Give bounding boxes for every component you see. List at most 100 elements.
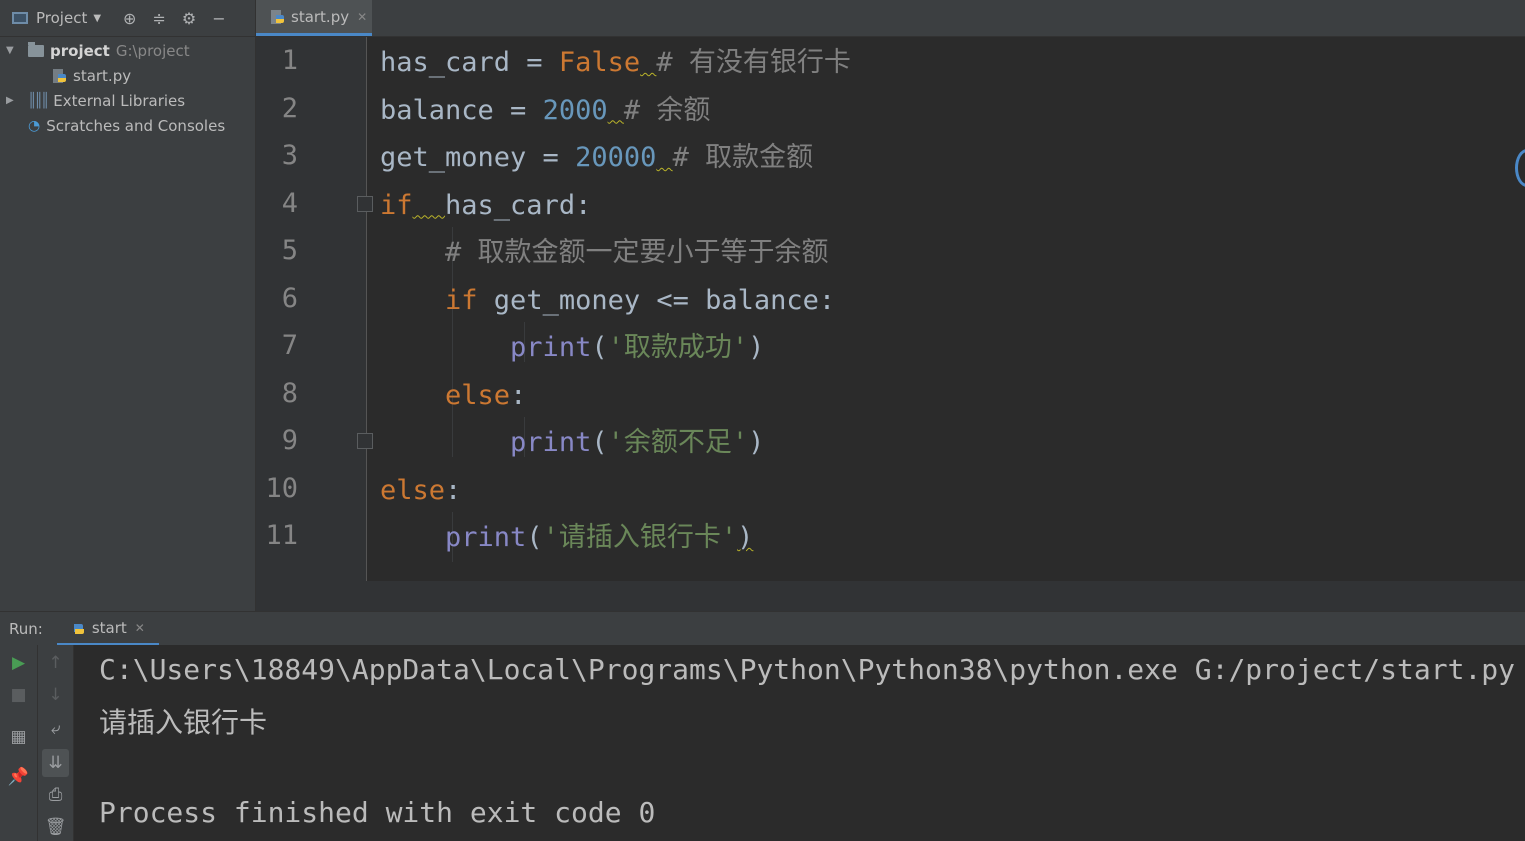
code-line[interactable]: print('请插入银行卡') bbox=[380, 514, 753, 561]
layout-icon[interactable]: ▦ bbox=[0, 727, 37, 747]
minimize-icon[interactable]: − bbox=[212, 9, 225, 28]
tree-item-label: start.py bbox=[73, 66, 132, 85]
tab-label: start.py bbox=[291, 7, 350, 26]
soft-wrap-icon[interactable]: ⤶ bbox=[38, 719, 73, 739]
line-number: 9 bbox=[281, 425, 298, 456]
tree-item-scratches[interactable]: ◔ Scratches and Consoles bbox=[0, 113, 255, 138]
scroll-indicator[interactable] bbox=[1515, 149, 1525, 187]
code-token: : bbox=[445, 474, 462, 506]
fold-marker-icon[interactable] bbox=[357, 433, 373, 449]
code-line[interactable]: balance = 2000 # 余额 bbox=[380, 87, 710, 134]
locate-icon[interactable]: ⊕ bbox=[123, 9, 136, 28]
tree-item-external-libraries[interactable]: ▶ ║║║ External Libraries bbox=[0, 88, 255, 113]
code-token: has_card: bbox=[445, 189, 592, 221]
project-view-selector[interactable]: Project bbox=[36, 9, 87, 27]
fold-marker-icon[interactable] bbox=[357, 196, 373, 212]
print-icon[interactable]: ⎙ bbox=[38, 785, 73, 805]
up-arrow-icon[interactable]: ↑ bbox=[38, 653, 73, 673]
code-token: ) bbox=[748, 427, 765, 458]
run-tab-start[interactable]: start ✕ bbox=[56, 612, 159, 646]
expand-arrow-icon[interactable]: ▼ bbox=[6, 45, 20, 56]
line-number: 10 bbox=[265, 472, 298, 504]
code-token: # 取款金额一定要小于等于余额 bbox=[445, 237, 829, 268]
console-line: Process finished with exit code 0 bbox=[99, 795, 656, 829]
scroll-to-end-icon[interactable]: ⇊ bbox=[42, 749, 69, 777]
code-token: else bbox=[445, 379, 511, 411]
project-toolbar: Project ▼ ⊕ ≑ ⚙ − bbox=[0, 0, 255, 37]
python-file-icon bbox=[73, 623, 84, 634]
python-file-icon bbox=[271, 9, 284, 24]
expand-arrow-icon[interactable]: ▶ bbox=[6, 95, 20, 106]
line-number: 2 bbox=[281, 92, 298, 124]
chevron-down-icon[interactable]: ▼ bbox=[93, 13, 101, 24]
code-token: ( bbox=[526, 522, 543, 553]
code-token: ) bbox=[737, 522, 754, 553]
code-line[interactable]: else: bbox=[380, 467, 461, 514]
project-tree: ▼ project G:\project start.py ▶ ║║║ Exte… bbox=[0, 38, 255, 138]
tree-item-start-py[interactable]: start.py bbox=[0, 63, 255, 88]
code-editor[interactable]: 1 2 3 4 5 6 7 8 9 10 11 has_card = False # 有没有银行卡 b… bbox=[256, 37, 1525, 581]
code-token: 20000 bbox=[575, 142, 657, 173]
code-token: get_money = bbox=[380, 142, 576, 173]
code-token: '取款成功' bbox=[607, 332, 749, 363]
run-tab-label: start bbox=[91, 618, 127, 637]
line-number-gutter: 1 2 3 4 5 6 7 8 9 10 11 bbox=[256, 37, 367, 581]
code-token: has_card = bbox=[380, 47, 559, 78]
line-number: 6 bbox=[281, 282, 298, 314]
folder-icon bbox=[28, 41, 44, 57]
tree-item-path: G:\project bbox=[115, 41, 190, 60]
pin-icon[interactable]: 📌 bbox=[0, 767, 37, 787]
line-number: 4 bbox=[281, 187, 298, 219]
code-token: '余额不足' bbox=[607, 427, 749, 458]
line-number: 5 bbox=[281, 235, 298, 266]
code-token: print bbox=[510, 332, 592, 363]
project-panel: Project ▼ ⊕ ≑ ⚙ − ▼ project G:\project s… bbox=[0, 0, 256, 611]
libraries-icon: ║║║ bbox=[28, 92, 49, 109]
tab-start-py[interactable]: start.py ✕ bbox=[256, 0, 372, 36]
stop-icon[interactable]: ■ bbox=[0, 685, 37, 705]
tree-item-project[interactable]: ▼ project G:\project bbox=[0, 38, 255, 63]
code-token: '请插入银行卡' bbox=[542, 522, 738, 553]
close-icon[interactable]: ✕ bbox=[135, 621, 145, 635]
code-token: else bbox=[380, 474, 446, 506]
run-console[interactable]: C:\Users\18849\AppData\Local\Programs\Py… bbox=[74, 645, 1525, 841]
code-line[interactable]: print('取款成功') bbox=[380, 324, 764, 371]
run-toolbar-secondary: ↑ ↓ ⤶ ⇊ ⎙ 🗑 bbox=[38, 645, 74, 841]
code-line[interactable]: if get_money <= balance: bbox=[380, 277, 835, 324]
console-line: C:\Users\18849\AppData\Local\Programs\Py… bbox=[99, 653, 1516, 686]
tree-item-label: project bbox=[50, 41, 110, 60]
line-number: 11 bbox=[265, 520, 298, 551]
code-token: 2000 bbox=[542, 94, 608, 126]
gear-icon[interactable]: ⚙ bbox=[182, 9, 196, 28]
run-tool-header: Run: start ✕ bbox=[0, 611, 1525, 646]
down-arrow-icon[interactable]: ↓ bbox=[38, 685, 73, 705]
close-icon[interactable]: ✕ bbox=[357, 10, 367, 24]
code-line[interactable]: else: bbox=[380, 372, 526, 419]
code-line[interactable]: print('余额不足') bbox=[380, 419, 764, 466]
code-line[interactable]: has_card = False # 有没有银行卡 bbox=[380, 39, 851, 86]
code-token: # 有没有银行卡 bbox=[656, 47, 851, 78]
run-icon[interactable]: ▶ bbox=[0, 653, 37, 673]
code-token: print bbox=[445, 522, 527, 553]
code-token: # 余额 bbox=[623, 94, 711, 126]
code-line[interactable]: # 取款金额一定要小于等于余额 bbox=[380, 229, 829, 276]
code-token: ( bbox=[591, 332, 608, 363]
code-token: if bbox=[445, 284, 478, 316]
run-toolbar-primary: ▶ ■ ▦ 📌 bbox=[0, 645, 38, 841]
code-token: ) bbox=[748, 332, 765, 363]
editor-tab-bar: start.py ✕ bbox=[256, 0, 1525, 37]
trash-icon[interactable]: 🗑 bbox=[38, 817, 73, 837]
collapse-icon[interactable]: ≑ bbox=[152, 9, 165, 28]
console-line: 请插入银行卡 bbox=[99, 705, 268, 739]
code-line[interactable]: if has_card: bbox=[380, 182, 591, 229]
code-line[interactable]: get_money = 20000 # 取款金额 bbox=[380, 134, 813, 181]
line-number: 8 bbox=[281, 377, 298, 409]
